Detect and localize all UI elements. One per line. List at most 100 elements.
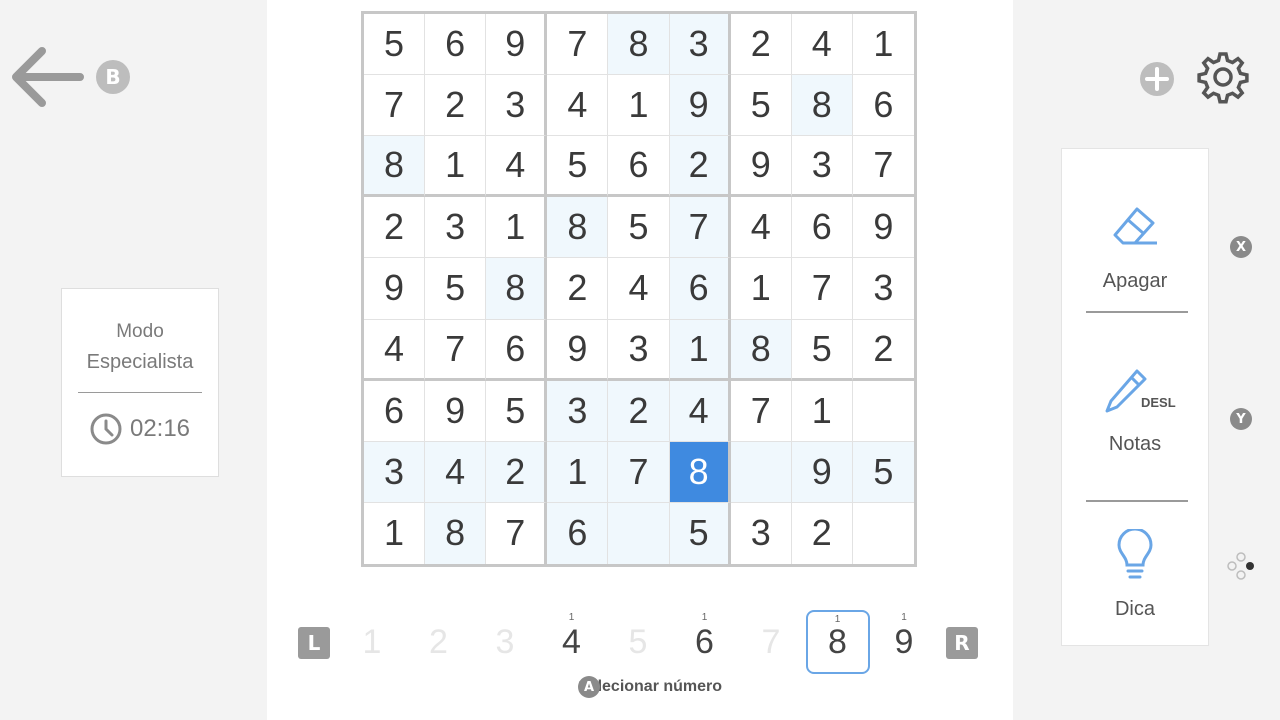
number-button[interactable]: 41 (540, 610, 604, 674)
grid-cell[interactable]: 9 (791, 441, 853, 503)
grid-cell[interactable]: 1 (669, 319, 731, 381)
grid-cell[interactable]: 4 (669, 380, 731, 442)
grid-cell[interactable]: 4 (608, 258, 670, 320)
grid-cell[interactable]: 1 (608, 75, 670, 137)
grid-cell[interactable]: 2 (547, 258, 609, 320)
grid-cell[interactable]: 2 (364, 197, 426, 259)
sudoku-grid: 5697832417234195868145629372318574699582… (361, 11, 917, 567)
grid-cell[interactable]: 5 (547, 136, 609, 198)
grid-cell[interactable]: 9 (547, 319, 609, 381)
grid-cell[interactable]: 4 (425, 441, 487, 503)
grid-cell[interactable]: 3 (547, 380, 609, 442)
grid-cell[interactable]: 7 (425, 319, 487, 381)
number-button[interactable]: 81 (805, 610, 870, 674)
grid-cell[interactable]: 6 (791, 197, 853, 259)
grid-cell[interactable]: 3 (608, 319, 670, 381)
grid-cell[interactable]: 4 (730, 197, 792, 259)
back-button[interactable] (6, 44, 86, 110)
grid-cell[interactable]: 5 (791, 319, 853, 381)
grid-cell[interactable]: 1 (852, 14, 914, 76)
grid-cell[interactable]: 7 (730, 380, 792, 442)
grid-cell[interactable]: 9 (425, 380, 487, 442)
number-button[interactable]: 5 (606, 610, 670, 674)
grid-cell[interactable]: 2 (730, 14, 792, 76)
erase-button[interactable]: Apagar (1062, 203, 1208, 293)
grid-cell[interactable]: 2 (486, 441, 548, 503)
grid-cell[interactable] (608, 502, 670, 564)
more-options-button[interactable] (1226, 551, 1256, 586)
l-button-badge[interactable]: L (298, 627, 330, 659)
grid-cell[interactable]: 3 (852, 258, 914, 320)
grid-cell[interactable]: 6 (852, 75, 914, 137)
grid-cell[interactable]: 2 (792, 502, 853, 564)
add-button[interactable] (1139, 61, 1175, 102)
number-button[interactable]: 1 (340, 610, 404, 674)
grid-cell[interactable]: 5 (486, 380, 548, 442)
grid-cell[interactable]: 9 (486, 14, 548, 76)
grid-cell[interactable]: 6 (364, 380, 426, 442)
number-button[interactable]: 91 (872, 610, 936, 674)
grid-cell[interactable]: 9 (669, 75, 731, 137)
grid-cell[interactable]: 1 (425, 136, 487, 198)
grid-cell[interactable]: 4 (364, 319, 426, 381)
grid-cell[interactable]: 8 (425, 502, 487, 564)
grid-cell[interactable]: 5 (730, 75, 792, 137)
grid-cell[interactable]: 7 (852, 136, 914, 198)
grid-cell[interactable]: 8 (547, 197, 609, 259)
grid-cell[interactable]: 6 (425, 14, 487, 76)
grid-cell[interactable]: 2 (608, 380, 670, 442)
grid-cell[interactable]: 1 (547, 441, 609, 503)
grid-cell[interactable]: 5 (364, 14, 426, 76)
grid-cell[interactable]: 4 (486, 136, 548, 198)
grid-cell[interactable]: 4 (791, 14, 853, 76)
grid-cell[interactable]: 8 (608, 14, 670, 76)
grid-cell[interactable]: 7 (608, 441, 670, 503)
grid-cell[interactable]: 7 (791, 258, 853, 320)
grid-cell[interactable]: 7 (486, 502, 548, 564)
grid-cell[interactable] (853, 503, 914, 564)
grid-cell[interactable] (852, 381, 914, 442)
grid-cell[interactable]: 6 (608, 136, 670, 198)
hint-button[interactable]: Dica (1062, 527, 1208, 621)
grid-cell[interactable]: 7 (364, 75, 426, 137)
settings-button[interactable] (1196, 50, 1250, 109)
number-button[interactable]: 2 (407, 610, 471, 674)
grid-cell[interactable]: 3 (791, 136, 853, 198)
number-button[interactable]: 7 (739, 610, 803, 674)
grid-cell[interactable]: 6 (547, 502, 609, 564)
grid-cell[interactable]: 3 (731, 502, 792, 564)
grid-cell[interactable] (730, 441, 792, 503)
grid-cell[interactable]: 5 (852, 441, 914, 503)
grid-cell[interactable]: 8 (364, 136, 426, 198)
grid-cell[interactable]: 2 (669, 136, 731, 198)
grid-cell[interactable]: 8 (669, 441, 731, 503)
grid-cell[interactable]: 1 (791, 380, 853, 442)
grid-cell[interactable]: 2 (425, 75, 487, 137)
grid-cell[interactable]: 1 (486, 197, 548, 259)
grid-cell[interactable]: 9 (730, 136, 792, 198)
grid-cell[interactable]: 2 (852, 320, 914, 381)
grid-cell[interactable]: 1 (730, 258, 792, 320)
grid-cell[interactable]: 5 (608, 197, 670, 259)
grid-cell[interactable]: 8 (486, 258, 548, 320)
grid-cell[interactable]: 5 (425, 258, 487, 320)
grid-cell[interactable]: 3 (364, 441, 426, 503)
notes-button[interactable]: DESL Notas (1062, 367, 1208, 456)
grid-cell[interactable]: 9 (364, 258, 426, 320)
grid-cell[interactable]: 3 (669, 14, 731, 76)
grid-cell[interactable]: 1 (364, 502, 426, 564)
number-button[interactable]: 3 (473, 610, 537, 674)
grid-cell[interactable]: 7 (669, 197, 731, 259)
grid-cell[interactable]: 3 (486, 75, 548, 137)
grid-cell[interactable]: 6 (669, 258, 731, 320)
grid-cell[interactable]: 6 (486, 319, 548, 381)
grid-cell[interactable]: 7 (547, 14, 609, 76)
grid-cell[interactable]: 9 (852, 197, 914, 259)
r-button-badge[interactable]: R (946, 627, 978, 659)
grid-cell[interactable]: 5 (669, 502, 731, 564)
grid-cell[interactable]: 8 (791, 75, 853, 137)
grid-cell[interactable]: 3 (425, 197, 487, 259)
grid-cell[interactable]: 8 (730, 319, 792, 381)
grid-cell[interactable]: 4 (547, 75, 609, 137)
number-button[interactable]: 61 (673, 610, 737, 674)
